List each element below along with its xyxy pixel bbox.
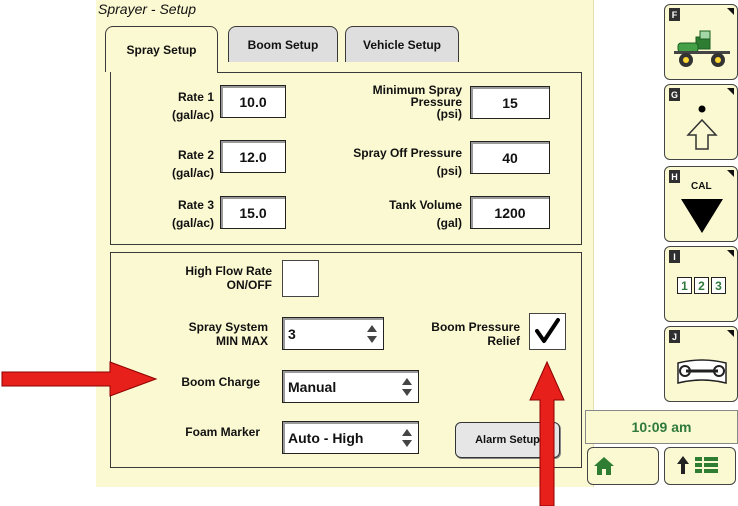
- boom-pressure-relief-label: Boom Pressure Relief: [431, 320, 520, 348]
- tab-spray-setup[interactable]: Spray Setup: [105, 26, 218, 72]
- spray-system-label: Spray System MIN MAX: [188, 320, 268, 348]
- checkmark-icon: [535, 318, 560, 343]
- corner-triangle-icon: [727, 170, 734, 177]
- boom-pressure-relief-checkbox[interactable]: [529, 313, 566, 350]
- softkey-j[interactable]: J: [664, 326, 738, 402]
- spray-off-pressure-label: Spray Off Pressure (psi): [353, 146, 462, 178]
- rate2-label: Rate 2 (gal/ac): [171, 148, 214, 180]
- softkey-j-letter: J: [669, 330, 680, 343]
- tab-vehicle-setup[interactable]: Vehicle Setup: [345, 26, 459, 62]
- rate2-field[interactable]: 12.0: [220, 140, 286, 173]
- wrench-book-icon: [677, 359, 727, 384]
- softkey-f-letter: F: [669, 8, 680, 21]
- softkey-g[interactable]: G: [664, 84, 738, 160]
- digit-box: 3: [711, 277, 726, 294]
- softkey-h-letter: H: [669, 170, 680, 183]
- boom-charge-label: Boom Charge: [181, 375, 260, 389]
- tank-volume-label: Tank Volume (gal): [389, 198, 462, 230]
- rate3-label: Rate 3 (gal/ac): [171, 198, 214, 230]
- page-title: Sprayer - Setup: [98, 1, 197, 17]
- number-entry-icon: 1 2 3: [677, 277, 726, 294]
- softkey-g-letter: G: [669, 88, 680, 101]
- foam-marker-value: Auto - High: [288, 430, 364, 446]
- corner-triangle-icon: [727, 330, 734, 337]
- shift-up-icon: [686, 105, 718, 150]
- softkey-h-cal[interactable]: H CAL: [664, 166, 738, 242]
- digit-box: 1: [677, 277, 692, 294]
- home-button[interactable]: [587, 447, 659, 485]
- rate3-field[interactable]: 15.0: [220, 196, 286, 229]
- boom-charge-value: Manual: [288, 379, 337, 395]
- digit-box: 2: [694, 277, 709, 294]
- softkey-i[interactable]: I 1 2 3: [664, 246, 738, 322]
- up-menu-grid-icon: [677, 456, 718, 474]
- clock-display: 10:09 am: [585, 410, 738, 444]
- foam-marker-select[interactable]: Auto - High: [282, 421, 419, 454]
- boom-charge-select[interactable]: Manual: [282, 370, 419, 403]
- up-down-arrows-icon[interactable]: [400, 375, 414, 399]
- foam-marker-label: Foam Marker: [185, 425, 260, 439]
- red-arrow-up-icon: [529, 360, 565, 506]
- red-arrow-right-icon: [1, 361, 158, 397]
- tab-boom-setup[interactable]: Boom Setup: [228, 26, 338, 62]
- spray-off-pressure-field[interactable]: 40: [470, 141, 550, 174]
- corner-triangle-icon: [727, 88, 734, 95]
- min-spray-pressure-label: Minimum Spray Pressure (psi): [372, 83, 462, 121]
- tab-join: [111, 70, 217, 74]
- tank-volume-field[interactable]: 1200: [470, 196, 550, 229]
- sprayer-icon: [674, 30, 730, 67]
- corner-triangle-icon: [727, 8, 734, 15]
- high-flow-rate-label: High Flow Rate ON/OFF: [185, 264, 272, 292]
- rate1-field[interactable]: 10.0: [220, 85, 286, 118]
- softkey-i-letter: I: [669, 250, 680, 263]
- corner-triangle-icon: [727, 250, 734, 257]
- spray-system-stepper[interactable]: 3: [282, 317, 384, 350]
- min-spray-pressure-field[interactable]: 15: [470, 86, 550, 119]
- softkey-f[interactable]: F: [664, 4, 738, 80]
- cal-label: CAL: [691, 181, 712, 192]
- up-down-arrows-icon[interactable]: [365, 322, 379, 346]
- spray-system-value: 3: [288, 326, 296, 342]
- down-triangle-icon: [681, 199, 723, 233]
- home-icon: [594, 457, 614, 475]
- menu-up-button[interactable]: [664, 447, 736, 485]
- up-down-arrows-icon[interactable]: [400, 426, 414, 450]
- high-flow-rate-checkbox[interactable]: [282, 260, 319, 297]
- rate1-label: Rate 1 (gal/ac): [171, 90, 214, 122]
